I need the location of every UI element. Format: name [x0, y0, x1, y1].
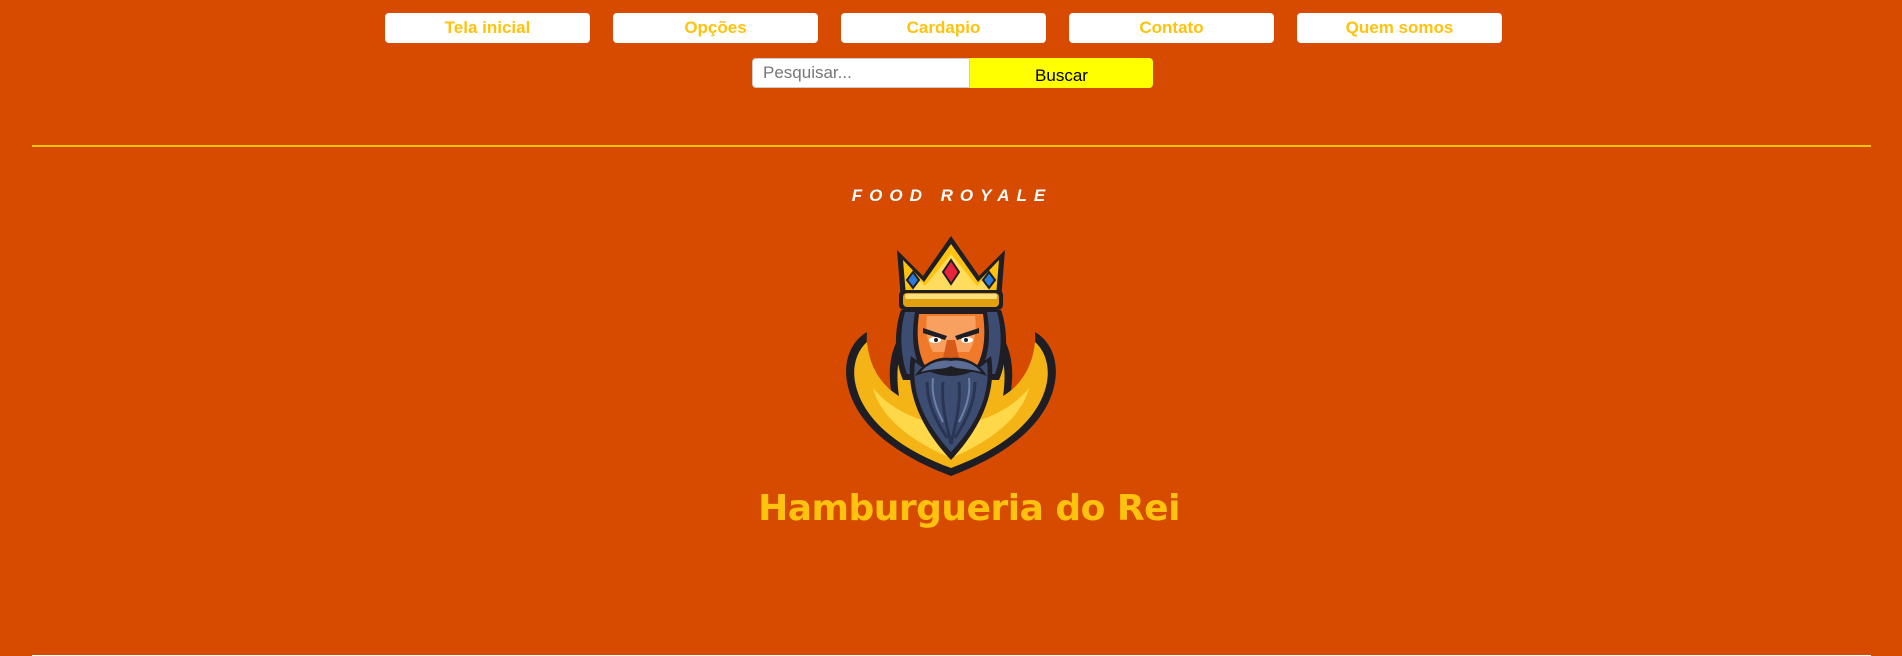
nav-contato[interactable]: Contato	[1069, 13, 1274, 43]
search-button[interactable]: Buscar	[970, 58, 1153, 88]
search-bar: Buscar	[752, 58, 1153, 88]
header-divider	[32, 145, 1871, 147]
nav-tela-inicial[interactable]: Tela inicial	[385, 13, 590, 43]
nav-quem-somos[interactable]: Quem somos	[1297, 13, 1502, 43]
search-input[interactable]	[752, 58, 970, 88]
restaurant-name: Hamburgueria do Rei	[758, 488, 1180, 529]
nav-opcoes[interactable]: Opções	[613, 13, 818, 43]
nav-cardapio[interactable]: Cardapio	[841, 13, 1046, 43]
brand-tagline: FOOD ROYALE	[851, 186, 1053, 205]
bearded-king-icon	[846, 236, 1056, 476]
main-nav: Tela inicial Opções Cardapio Contato Que…	[385, 13, 1502, 43]
